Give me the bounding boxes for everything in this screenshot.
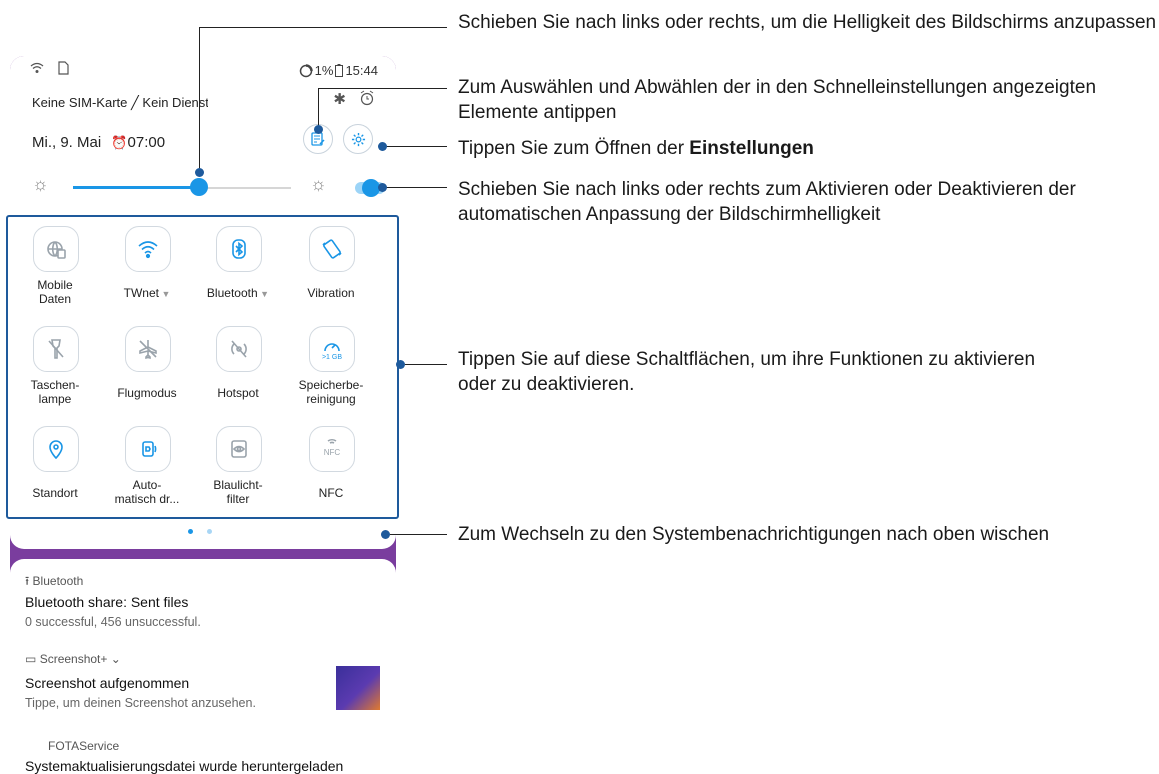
date-label: Mi., 9. Mai (32, 134, 102, 151)
callout-swipe: Zum Wechseln zu den Systembenachrichtigu… (458, 524, 1050, 545)
callout-dot (378, 142, 387, 151)
alarm-small-icon: ⏰ (111, 135, 128, 150)
brightness-row: ☼ ☼ (10, 174, 396, 200)
callout-line (199, 27, 200, 173)
edit-list-icon (311, 132, 325, 146)
wifi-status-icon (30, 62, 44, 73)
callout-line (390, 534, 447, 535)
battery-percent: 1% (314, 63, 334, 78)
notification-title: Bluetooth share: Sent files (25, 594, 189, 610)
notification-list: ⭱ Bluetooth Bluetooth share: Sent files … (10, 559, 396, 774)
notification-app: FOTAService (48, 739, 120, 753)
callout-settings: Tippen Sie zum Öffnen der Einstellungen (458, 138, 814, 159)
page-dot (207, 529, 212, 534)
notification-text: Tippe, um deinen Screenshot anzusehen. (25, 696, 256, 710)
notification-title: Screenshot aufgenommen (25, 675, 190, 691)
notification-app: ⭱ Bluetooth (25, 574, 84, 588)
callout-dot (396, 360, 405, 369)
upload-icon: ⭱ (25, 574, 30, 588)
clock: 15:44 (345, 63, 378, 78)
battery-icon (335, 64, 344, 77)
settings-button[interactable] (343, 124, 373, 154)
callout-line (318, 88, 447, 89)
brightness-slider-handle[interactable] (190, 178, 209, 196)
callout-auto-brightness: Schieben Sie nach links oder rechts zum … (458, 179, 1076, 225)
callout-tiles: Tippen Sie auf diese Schaltflächen, um i… (458, 349, 1036, 395)
callout-line (384, 187, 447, 188)
page-indicator (188, 529, 212, 534)
auto-brightness-icon: ☼ (310, 174, 327, 194)
sim-status-icon (58, 61, 69, 75)
sun-low-icon: ☼ (32, 174, 49, 194)
date-alarm: Mi., 9. Mai ⏰07:00 (32, 134, 165, 151)
brightness-fill (73, 186, 200, 189)
callout-dot (381, 530, 390, 539)
callout-line (384, 146, 447, 147)
status-bar: 1% 15:44 (10, 56, 396, 86)
screenshot-thumbnail (336, 666, 380, 710)
callout-dot (195, 168, 204, 177)
page-dot-active (188, 529, 193, 534)
image-icon: ▭ (25, 652, 37, 666)
callout-dot (378, 183, 387, 192)
gear-icon (351, 132, 365, 146)
callout-dot (314, 125, 323, 134)
notification-app: ▭ Screenshot+ ⌄ (25, 652, 121, 666)
alarm-status-icon (360, 90, 374, 106)
data-saver-icon (299, 63, 313, 77)
tiles-highlight-box (6, 215, 399, 519)
alarm-time: 07:00 (127, 134, 166, 151)
notification-title: Systemaktualisierungsdatei wurde herunte… (25, 758, 344, 774)
callout-brightness: Schieben Sie nach links oder rechts, um … (458, 12, 1157, 33)
carrier-label: Keine SIM-Karte ╱ Kein Dienst (32, 95, 208, 110)
bluetooth-status-icon: ✱ (333, 91, 346, 108)
notification-text: 0 successful, 456 unsuccessful. (25, 615, 201, 629)
callout-line (318, 88, 319, 130)
callout-line (405, 364, 447, 365)
callout-line (199, 27, 447, 28)
callout-edit: Zum Auswählen und Abwählen der in den Sc… (458, 77, 1097, 123)
